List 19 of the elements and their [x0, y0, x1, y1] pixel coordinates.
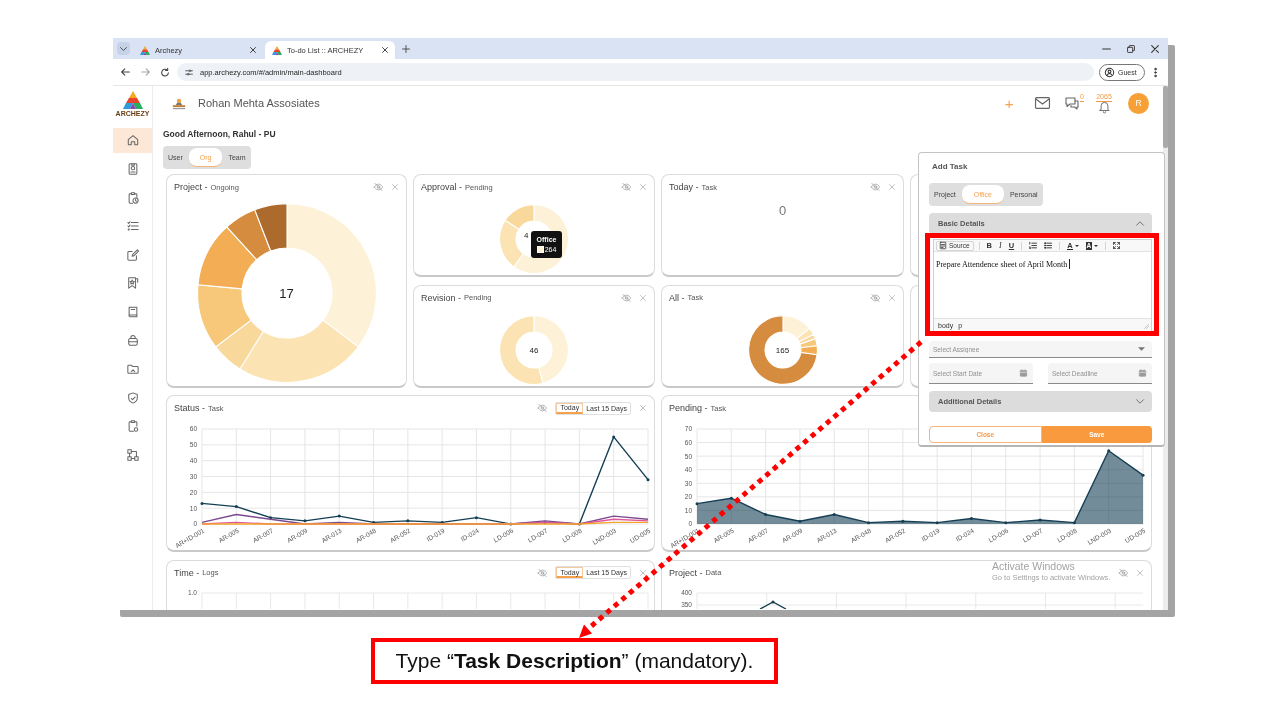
- card-title: Pending -: [669, 403, 708, 414]
- card-title: Today -: [669, 182, 699, 192]
- greeting-text: Good Afternoon, Rahul - PU: [163, 128, 276, 140]
- donut-center-value: 17: [279, 285, 294, 301]
- card-title: Project -: [174, 182, 208, 192]
- panel-title: Add Task: [932, 161, 968, 173]
- card-title: Time -: [174, 567, 200, 578]
- donut-center-value: 4: [524, 231, 529, 240]
- card-value: 0: [778, 203, 787, 219]
- card-title: Approval -: [421, 182, 463, 192]
- company-name: Rohan Mehta Assosiates: [198, 97, 320, 109]
- donut-center-value: 46: [529, 345, 539, 355]
- card-title: Project -: [669, 567, 703, 578]
- callout-text: Type “Task Description” (mandatory).: [371, 638, 778, 684]
- card-title: Revision -: [421, 292, 461, 303]
- activation-title: Activate Windows: [992, 560, 1076, 572]
- card-title: All -: [669, 292, 685, 303]
- donut-center-value: 165: [775, 345, 790, 355]
- card-title: Status -: [174, 403, 205, 414]
